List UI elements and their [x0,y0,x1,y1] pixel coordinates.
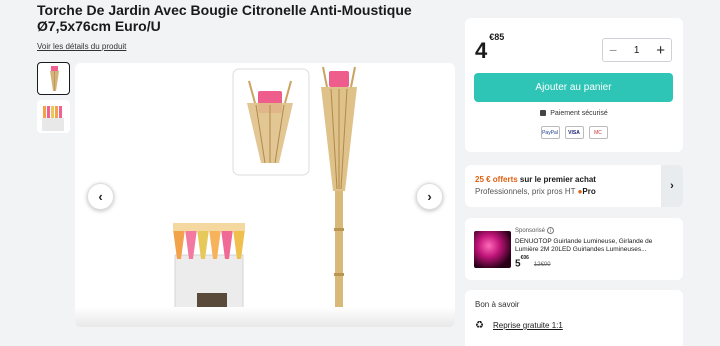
good-to-know-heading: Bon à savoir [475,300,520,309]
thumbnail-1[interactable] [37,62,70,95]
recycle-icon: ♻ [475,320,484,331]
paypal-icon: PayPal [540,126,560,139]
pro-offer-line1-text: sur le premier achat [517,175,596,184]
product-details-link[interactable]: Voir les détails du produit [37,42,126,51]
price-decimal: €85 [489,31,505,42]
pro-offer-banner[interactable]: 25 € offerts sur le premier achat Profes… [465,165,683,207]
pro-offer-line2-text: Professionnels, prix pros HT [475,187,578,196]
chevron-left-icon: ‹ [98,189,103,204]
chevron-right-icon[interactable]: › [661,165,683,207]
pro-offer-line1: 25 € offerts sur le premier achat [475,175,596,184]
decrease-quantity-button[interactable]: − [609,42,617,58]
display-box-thumbnail-image [42,106,64,131]
thumbnail-list [37,62,70,138]
secure-payment: Paiement sécurisé [465,110,683,117]
sponsored-tag: Sponsorisé i [515,227,555,234]
sponsored-product-image [474,231,511,268]
torch-product-image [173,66,357,321]
increase-quantity-button[interactable]: + [656,42,665,59]
pro-offer-line2: Professionnels, prix pros HT ●Pro [475,187,596,196]
price-integer: 4 [475,38,488,63]
product-title: Torche De Jardin Avec Bougie Citronelle … [37,2,412,34]
good-to-know: Bon à savoir ♻ Reprise gratuite 1:1 [465,290,683,346]
gallery-floor-shadow [75,307,455,327]
sponsored-product[interactable]: Sponsorisé i DENUOTOP Guirlande Lumineuse… [465,218,683,280]
thumbnail-2[interactable] [37,100,70,133]
gallery-prev-button[interactable]: ‹ [87,183,114,210]
pro-offer-amount: 25 € offerts [475,175,518,184]
add-to-cart-button[interactable]: Ajouter au panier [474,73,673,102]
sponsored-price-integer: 5 [515,258,521,270]
visa-icon: VISA [564,126,584,139]
product-image-gallery: ‹ › [75,63,455,327]
sponsored-price-decimal: €06 [520,255,529,261]
sponsored-old-price: 12€00 [533,262,551,269]
sponsored-price: 5€06 12€00 [515,255,551,270]
quantity-stepper: − 1 + [602,38,672,62]
sponsored-product-title[interactable]: DENUOTOP Guirlande Lumineuse, Girlande d… [515,238,677,254]
price: 4€85 [475,32,504,64]
secure-payment-label: Paiement sécurisé [550,110,608,117]
mastercard-icon: MC [588,126,608,139]
info-icon[interactable]: i [547,227,555,234]
free-return-link[interactable]: Reprise gratuite 1:1 [493,321,563,330]
payment-methods: PayPal VISA MC [465,126,683,139]
gallery-next-button[interactable]: › [416,183,443,210]
product-page: Torche De Jardin Avec Bougie Citronelle … [0,0,720,346]
quantity-value[interactable]: 1 [634,45,640,56]
chevron-right-icon: › [427,189,432,204]
torch-thumbnail-image [50,66,59,91]
lock-icon [540,110,547,117]
pro-label: Pro [582,187,596,196]
free-return-row[interactable]: ♻ Reprise gratuite 1:1 [475,320,563,331]
buy-box: 4€85 − 1 + Ajouter au panier Paiement sé… [465,18,683,152]
sponsored-label: Sponsorisé [515,228,546,234]
